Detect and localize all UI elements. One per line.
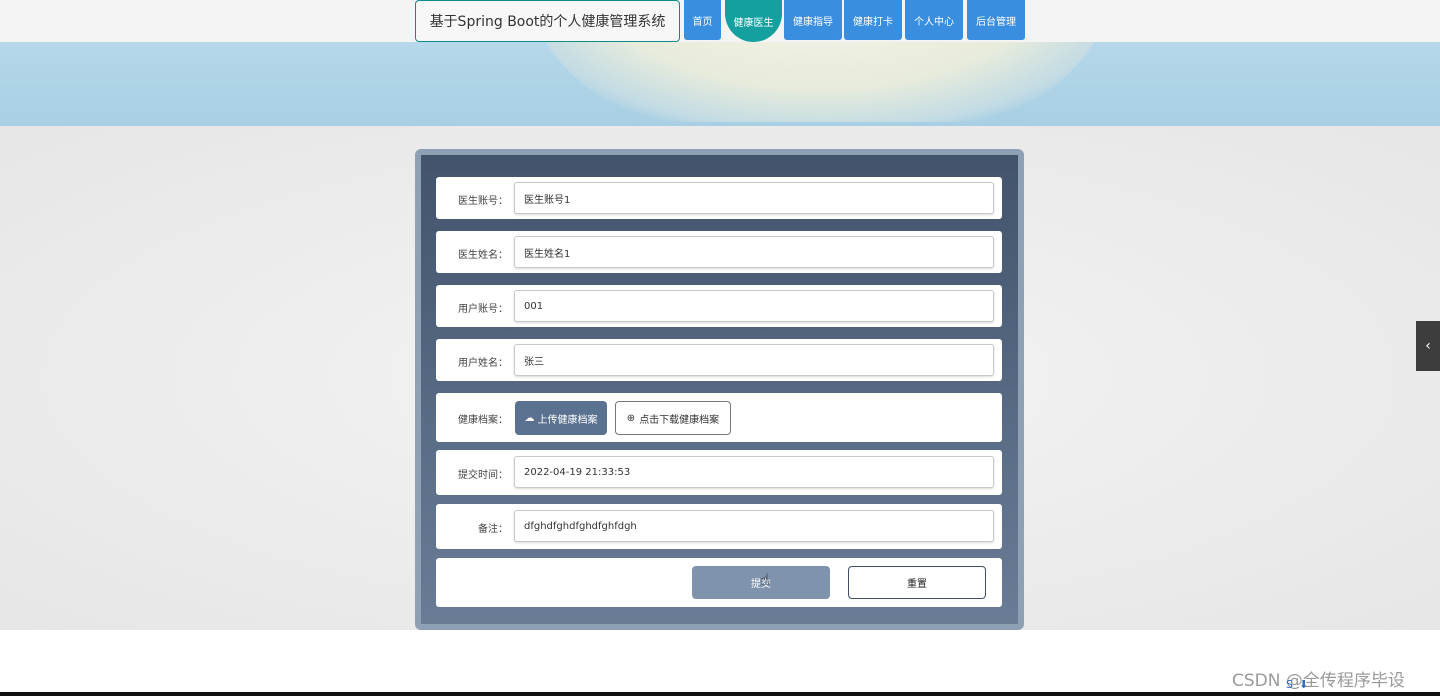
chevron-left-icon: ‹ [1425,338,1431,354]
banner-image [0,42,1440,126]
download-health-file-label: 点击下载健康档案 [639,414,720,426]
sidebar-toggle-button[interactable]: ‹ [1416,321,1440,371]
remark-input[interactable]: dfghdfghdfghdfghfdgh [514,510,994,542]
upload-health-file-label: 上传健康档案 [537,414,598,426]
tray-icon: ⬇ [1298,678,1309,691]
form-row-remark: 备注： dfghdfghdfghdfghfdgh [436,504,1002,549]
user-name-label: 用户姓名： [458,358,508,369]
form-row-actions: 提交 重置 [436,558,1002,607]
user-name-input[interactable]: 张三 [514,344,994,376]
submit-time-input[interactable]: 2022-04-19 21:33:53 [514,456,994,488]
nav-admin[interactable]: 后台管理 [967,0,1025,40]
cloud-upload-icon: ☁ [524,412,535,424]
nav-health-checkin[interactable]: 健康打卡 [844,0,902,40]
download-icon: ⊕ [626,412,636,424]
remark-label: 备注： [478,524,508,535]
watermark-text: CSDN @全传程序毕设 [1232,671,1405,691]
upload-health-file-button[interactable]: ☁ 上传健康档案 [515,401,607,435]
nav-health-guidance[interactable]: 健康指导 [784,0,842,40]
screen-bottom-edge [0,692,1440,696]
health-file-label: 健康档案： [458,415,508,426]
form-row-user-account: 用户账号： 001 [436,285,1002,327]
doctor-name-label: 医生姓名： [458,250,508,261]
form-row-user-name: 用户姓名： 张三 [436,339,1002,381]
user-account-input[interactable]: 001 [514,290,994,322]
user-account-label: 用户账号： [458,304,508,315]
reset-button[interactable]: 重置 [848,566,986,599]
form-row-doctor-account: 医生账号： 医生账号1 [436,177,1002,219]
nav-health-doctor[interactable]: 健康医生 [725,0,782,42]
health-file-form-panel: 医生账号： 医生账号1 医生姓名： 医生姓名1 用户账号： 001 用户姓名： … [415,149,1024,630]
system-tray-icons: S ⬇ [1286,678,1308,691]
site-title: 基于Spring Boot的个人健康管理系统 [415,0,680,42]
nav-home[interactable]: 首页 [684,0,721,40]
form-row-doctor-name: 医生姓名： 医生姓名1 [436,231,1002,273]
doctor-name-input[interactable]: 医生姓名1 [514,236,994,268]
top-navigation-bar: 基于Spring Boot的个人健康管理系统 首页 健康医生 健康指导 健康打卡… [0,0,1440,42]
hand-pointer-cursor-icon: ☝ [760,570,770,589]
submit-time-label: 提交时间： [458,470,508,481]
form-row-submit-time: 提交时间： 2022-04-19 21:33:53 [436,450,1002,495]
form-row-health-file: 健康档案： ☁ 上传健康档案 ⊕ 点击下载健康档案 [436,393,1002,442]
download-health-file-button[interactable]: ⊕ 点击下载健康档案 [615,401,731,435]
doctor-account-label: 医生账号： [458,196,508,207]
doctor-account-input[interactable]: 医生账号1 [514,182,994,214]
ime-icon: S [1286,678,1293,691]
banner-bowl-graphic [520,42,1120,122]
nav-personal-center[interactable]: 个人中心 [905,0,963,40]
